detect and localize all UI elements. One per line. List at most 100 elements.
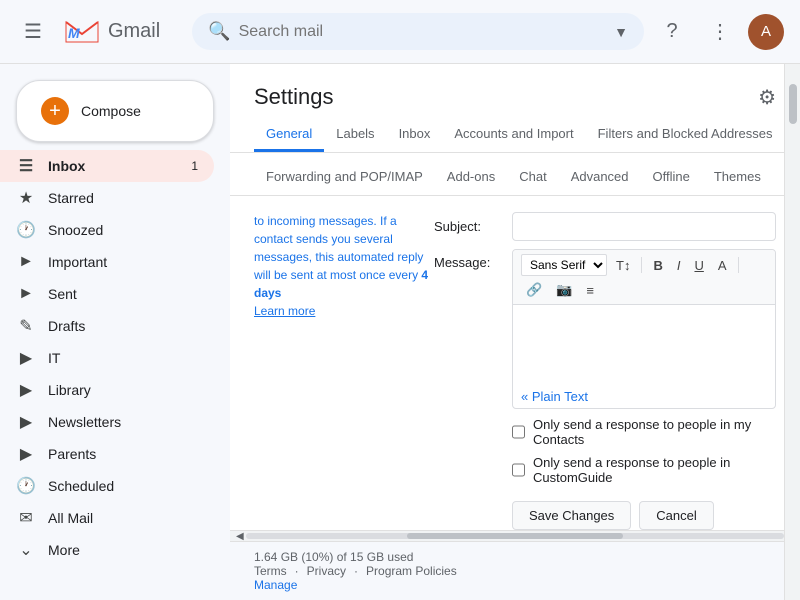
sidebar: + Compose ☰ Inbox 1 ★ Starred 🕐 Snoozed … [0, 64, 230, 600]
folder-icon: ▶ [16, 444, 36, 464]
tab-filters[interactable]: Filters and Blocked Addresses [586, 118, 785, 152]
compose-label: Compose [81, 103, 141, 119]
scrollbar-track[interactable] [246, 533, 785, 539]
form-right: Subject: Message: Sans Serif [434, 212, 776, 530]
plain-text-anchor[interactable]: « Plain Text [513, 385, 596, 408]
manage-link[interactable]: Manage [254, 578, 297, 592]
learn-more-link[interactable]: Learn more [254, 304, 315, 318]
topbar-right: ? ⋮ A [652, 12, 784, 52]
terms-link[interactable]: Terms [254, 564, 287, 578]
tab-accounts[interactable]: Accounts and Import [442, 118, 585, 152]
sidebar-item-newsletters[interactable]: ▶ Newsletters [0, 406, 214, 438]
privacy-link[interactable]: Privacy [307, 564, 346, 578]
sidebar-item-label: Drafts [48, 318, 198, 334]
content-area: Settings ⚙ General Labels Inbox Accounts… [230, 64, 800, 600]
help-button[interactable]: ? [652, 12, 692, 52]
sidebar-item-it[interactable]: ▶ IT [0, 342, 214, 374]
folder-icon: ▶ [16, 412, 36, 432]
underline-btn[interactable]: U [689, 256, 708, 275]
vacation-form: to incoming messages. If a contact sends… [254, 196, 776, 530]
tab-advanced[interactable]: Advanced [559, 161, 641, 195]
vertical-scrollbar-thumb[interactable] [789, 84, 797, 124]
sidebar-item-more[interactable]: ⌄ More [0, 534, 214, 566]
avatar[interactable]: A [748, 14, 784, 50]
checkbox-row-1: Only send a response to people in my Con… [512, 417, 776, 447]
tab-labels[interactable]: Labels [324, 118, 386, 152]
tab-general[interactable]: General [254, 118, 324, 152]
compose-plus-icon: + [41, 97, 69, 125]
folder-icon: ▶ [16, 380, 36, 400]
snoozed-icon: 🕐 [16, 220, 36, 240]
sidebar-item-scheduled[interactable]: 🕐 Scheduled [0, 470, 214, 502]
allmail-icon: ✉ [16, 508, 36, 528]
drafts-icon: ✎ [16, 316, 36, 336]
font-select[interactable]: Sans Serif [521, 254, 607, 276]
hamburger-menu[interactable]: ☰ [16, 11, 50, 52]
message-label: Message: [434, 249, 504, 270]
action-buttons: Save Changes Cancel [512, 501, 776, 530]
save-changes-button[interactable]: Save Changes [512, 501, 631, 530]
footer: 1.64 GB (10%) of 15 GB used Terms · Priv… [230, 542, 800, 600]
tab-offline[interactable]: Offline [641, 161, 702, 195]
vertical-scrollbar[interactable] [784, 64, 800, 600]
subject-label: Subject: [434, 219, 504, 234]
horizontal-scrollbar[interactable]: ◀ ▶ [230, 530, 800, 542]
compose-button[interactable]: + Compose [16, 80, 214, 142]
sidebar-item-library[interactable]: ▶ Library [0, 374, 214, 406]
days-highlight: 4 days [254, 268, 428, 300]
image-btn[interactable]: 📷 [551, 280, 577, 300]
form-description-col: to incoming messages. If a contact sends… [254, 212, 434, 530]
sidebar-item-inbox[interactable]: ☰ Inbox 1 [0, 150, 214, 182]
svg-text:M: M [68, 25, 80, 41]
sidebar-item-allmail[interactable]: ✉ All Mail [0, 502, 214, 534]
program-policies-link[interactable]: Program Policies [366, 564, 457, 578]
sidebar-item-label: Scheduled [48, 478, 198, 494]
font-size-btn[interactable]: T↕ [611, 256, 635, 275]
scrollbar-thumb[interactable] [407, 533, 622, 539]
italic-btn[interactable]: I [672, 256, 686, 275]
search-bar[interactable]: 🔍 ▼ [192, 13, 644, 50]
contacts-checkbox-label: Only send a response to people in my Con… [533, 417, 776, 447]
inbox-icon: ☰ [16, 156, 36, 176]
scroll-left-arrow[interactable]: ◀ [234, 529, 246, 544]
apps-button[interactable]: ⋮ [700, 12, 740, 52]
cancel-button[interactable]: Cancel [639, 501, 713, 530]
tab-forwarding[interactable]: Forwarding and POP/IMAP [254, 161, 435, 195]
star-icon: ★ [16, 188, 36, 208]
text-color-btn[interactable]: A [713, 256, 732, 275]
tab-chat[interactable]: Chat [507, 161, 558, 195]
tab-themes[interactable]: Themes [702, 161, 773, 195]
sidebar-item-starred[interactable]: ★ Starred [0, 182, 214, 214]
sidebar-item-sent[interactable]: ► Sent [0, 278, 214, 310]
subject-input[interactable] [512, 212, 776, 241]
topbar: ☰ M Gmail 🔍 ▼ ? ⋮ A [0, 0, 800, 64]
settings-gear-icon[interactable]: ⚙ [758, 85, 776, 110]
sent-icon: ► [16, 285, 36, 303]
chevron-down-icon[interactable]: ▼ [614, 24, 628, 40]
logo: M Gmail [62, 18, 160, 46]
storage-info: 1.64 GB (10%) of 15 GB used [254, 550, 413, 564]
sidebar-item-label: Snoozed [48, 222, 198, 238]
sidebar-item-snoozed[interactable]: 🕐 Snoozed [0, 214, 214, 246]
tab-inbox[interactable]: Inbox [387, 118, 443, 152]
link-btn[interactable]: 🔗 [521, 280, 547, 300]
message-row: Message: Sans Serif T↕ B I [434, 249, 776, 409]
sidebar-item-parents[interactable]: ▶ Parents [0, 438, 214, 470]
align-btn[interactable]: ≡ [581, 281, 599, 300]
customguide-checkbox[interactable] [512, 463, 525, 477]
search-input[interactable] [239, 23, 607, 41]
form-description: to incoming messages. If a contact sends… [254, 212, 434, 320]
checkboxes-area: Only send a response to people in my Con… [512, 417, 776, 485]
sidebar-item-label: More [48, 542, 198, 558]
plain-text-link[interactable]: « Plain Text [513, 385, 775, 408]
contacts-checkbox[interactable] [512, 425, 525, 439]
tab-addons[interactable]: Add-ons [435, 161, 507, 195]
tabs-row-1: General Labels Inbox Accounts and Import… [230, 118, 800, 153]
sidebar-item-drafts[interactable]: ✎ Drafts [0, 310, 214, 342]
important-icon: ► [16, 253, 36, 271]
bold-btn[interactable]: B [648, 256, 667, 275]
toolbar-divider [641, 257, 642, 273]
message-editor-body[interactable] [513, 305, 775, 385]
more-icon: ⌄ [16, 540, 36, 560]
sidebar-item-important[interactable]: ► Important [0, 246, 214, 278]
